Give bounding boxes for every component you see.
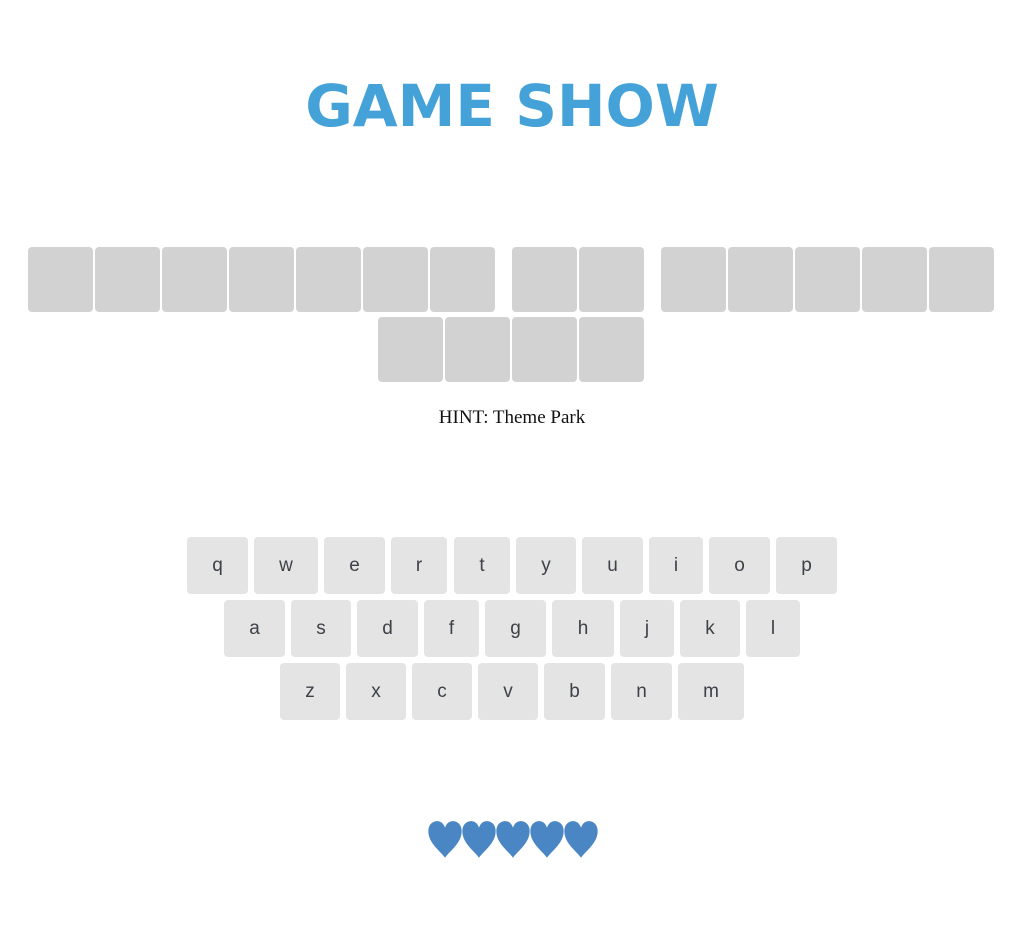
key-q[interactable]: q [187, 537, 248, 594]
heart-icon [461, 820, 497, 860]
letter-tile [728, 247, 793, 312]
key-m[interactable]: m [678, 663, 744, 720]
key-u[interactable]: u [582, 537, 643, 594]
key-x[interactable]: x [346, 663, 406, 720]
key-i[interactable]: i [649, 537, 703, 594]
letter-tile [579, 247, 644, 312]
letter-tile [512, 317, 577, 382]
key-j[interactable]: j [620, 600, 674, 657]
heart-icon [495, 820, 531, 860]
key-k[interactable]: k [680, 600, 740, 657]
key-l[interactable]: l [746, 600, 800, 657]
heart-icon [529, 820, 565, 860]
game-title: GAME SHOW [305, 72, 719, 140]
key-s[interactable]: s [291, 600, 351, 657]
key-z[interactable]: z [280, 663, 340, 720]
lives-display [0, 820, 1024, 864]
letter-tile [363, 247, 428, 312]
letter-tile [512, 247, 577, 312]
heart-icon [427, 820, 463, 860]
on-screen-keyboard: qwertyuiop asdfghjkl zxcvbnm [0, 537, 1024, 727]
key-f[interactable]: f [424, 600, 479, 657]
letter-tile [162, 247, 227, 312]
key-w[interactable]: w [254, 537, 318, 594]
hint-text: HINT: Theme Park [438, 407, 586, 428]
key-a[interactable]: a [224, 600, 285, 657]
letter-tile [95, 247, 160, 312]
letter-tile [661, 247, 726, 312]
letter-tile [795, 247, 860, 312]
key-e[interactable]: e [324, 537, 385, 594]
key-t[interactable]: t [454, 537, 510, 594]
letter-tile [445, 317, 510, 382]
key-n[interactable]: n [611, 663, 672, 720]
key-o[interactable]: o [709, 537, 770, 594]
key-p[interactable]: p [776, 537, 837, 594]
key-b[interactable]: b [544, 663, 605, 720]
letter-tile [579, 317, 644, 382]
key-d[interactable]: d [357, 600, 418, 657]
phrase-board [0, 247, 1024, 387]
letter-tile [862, 247, 927, 312]
key-v[interactable]: v [478, 663, 538, 720]
key-c[interactable]: c [412, 663, 472, 720]
letter-tile [378, 317, 443, 382]
letter-tile [929, 247, 994, 312]
key-h[interactable]: h [552, 600, 614, 657]
key-r[interactable]: r [391, 537, 447, 594]
letter-tile [28, 247, 93, 312]
key-g[interactable]: g [485, 600, 546, 657]
letter-tile [296, 247, 361, 312]
heart-icon [563, 820, 599, 860]
letter-tile [229, 247, 294, 312]
key-y[interactable]: y [516, 537, 576, 594]
letter-tile [430, 247, 495, 312]
